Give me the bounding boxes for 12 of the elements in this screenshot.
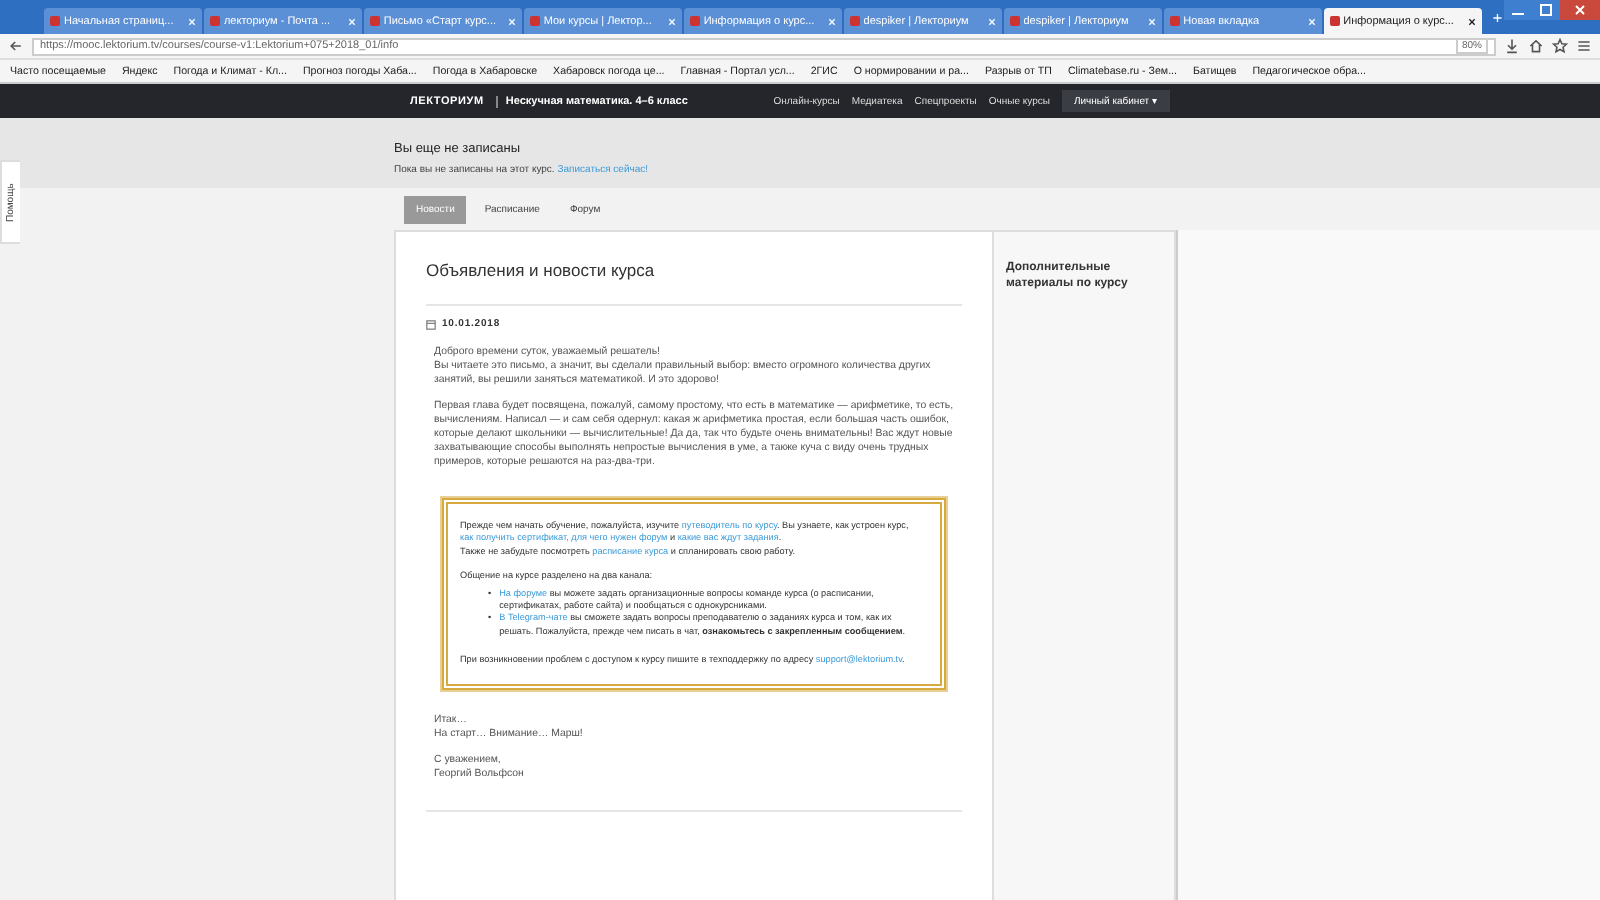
- home-icon[interactable]: [1528, 38, 1544, 54]
- calendar-icon: [426, 319, 436, 329]
- minimize-icon[interactable]: [1504, 0, 1533, 20]
- back-icon[interactable]: [8, 38, 24, 54]
- close-icon[interactable]: [1560, 0, 1600, 20]
- menu-icon[interactable]: [1576, 38, 1592, 54]
- maximize-icon[interactable]: [1532, 0, 1561, 20]
- download-icon[interactable]: [1504, 38, 1520, 54]
- star-icon[interactable]: [1552, 38, 1568, 54]
- announcements-title: Объявления и новости курса: [426, 258, 657, 280]
- close-tab-icon[interactable]: [1467, 17, 1476, 25]
- new-tab-icon[interactable]: [1491, 11, 1503, 23]
